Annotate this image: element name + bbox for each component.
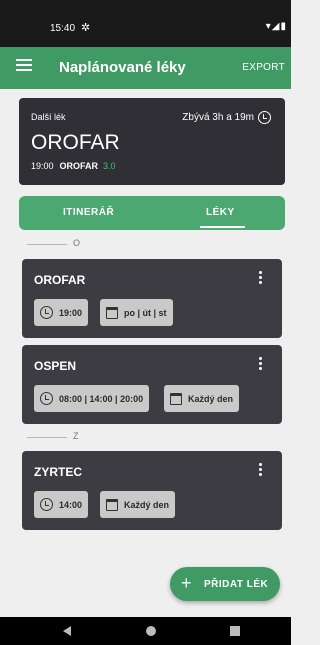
clock-icon (40, 392, 53, 405)
next-dose-drug: OROFAR (59, 161, 99, 171)
gear-icon: ✲ (81, 22, 91, 34)
app-bar: Naplánované léky EXPORT (0, 47, 291, 89)
remaining-time-text: Zbývá 3h a 19m (182, 112, 254, 123)
calendar-icon (106, 498, 118, 511)
medication-card[interactable]: ZYRTEC 14:00 Každý den (22, 451, 282, 530)
time-chip: 14:00 (34, 491, 89, 518)
time-chip-label: 19:00 (59, 307, 83, 318)
next-dose-details: 19:00 OROFAR 3.0 (31, 161, 116, 171)
days-chip-label: Každý den (188, 393, 234, 404)
section-header: Z (0, 431, 291, 443)
medication-card[interactable]: OROFAR 19:00 po | út | st (22, 259, 282, 338)
next-dose-label: Další lék (31, 112, 66, 122)
calendar-icon (106, 306, 118, 319)
add-medication-button[interactable]: + PŘIDAT LÉK (170, 567, 280, 601)
days-chip: po | út | st (100, 299, 173, 326)
next-drug-name: OROFAR (31, 131, 120, 154)
calendar-icon (170, 392, 182, 405)
section-divider (27, 437, 67, 438)
next-dose-card[interactable]: Další lék Zbývá 3h a 19m OROFAR 19:00 ORO… (19, 98, 285, 185)
export-button[interactable]: EXPORT (242, 62, 285, 73)
hamburger-icon[interactable] (16, 59, 32, 73)
home-icon[interactable] (146, 626, 156, 636)
system-status-icons: ▾◢▮ (265, 21, 287, 32)
more-vert-icon[interactable] (259, 271, 262, 286)
tab-bar: ITINERÁŘ LÉKY (19, 196, 285, 230)
section-letter: O (73, 238, 81, 248)
days-chip-label: Každý den (124, 499, 170, 510)
time-chip: 19:00 (34, 299, 89, 326)
section-letter: Z (73, 431, 79, 441)
time-chip: 08:00 | 14:00 | 20:00 (34, 385, 150, 412)
days-chip-label: po | út | st (124, 307, 167, 318)
section-header: O (0, 238, 291, 250)
tab-itinerary[interactable]: ITINERÁŘ (63, 207, 114, 218)
more-vert-icon[interactable] (259, 463, 262, 478)
more-vert-icon[interactable] (259, 357, 262, 372)
system-nav-bar (0, 617, 291, 645)
time-chip-label: 14:00 (59, 499, 83, 510)
medication-name: OROFAR (34, 273, 86, 287)
days-chip: Každý den (164, 385, 240, 412)
back-icon[interactable] (63, 626, 71, 636)
clock-icon (40, 306, 53, 319)
section-divider (27, 244, 67, 245)
medication-card[interactable]: OSPEN 08:00 | 14:00 | 20:00 Každý den (22, 345, 282, 424)
tab-indicator (200, 226, 245, 228)
page-title: Naplánované léky (59, 59, 186, 76)
clock-icon (258, 111, 271, 124)
status-time: 15:40 (50, 23, 76, 34)
plus-icon: + (181, 573, 193, 593)
clock-icon (40, 498, 53, 511)
recents-icon[interactable] (230, 626, 240, 636)
next-dose-amount: 3.0 (103, 161, 116, 171)
add-medication-label: PŘIDAT LÉK (204, 579, 269, 590)
days-chip: Každý den (100, 491, 176, 518)
next-dose-time: 19:00 (31, 161, 54, 171)
medication-name: OSPEN (34, 359, 77, 373)
remaining-time: Zbývá 3h a 19m (182, 111, 271, 124)
time-chip-label: 08:00 | 14:00 | 20:00 (59, 393, 144, 404)
status-bar: 15:40 ✲ ▾◢▮ (0, 0, 291, 47)
tab-medications[interactable]: LÉKY (206, 207, 235, 218)
medication-name: ZYRTEC (34, 465, 82, 479)
